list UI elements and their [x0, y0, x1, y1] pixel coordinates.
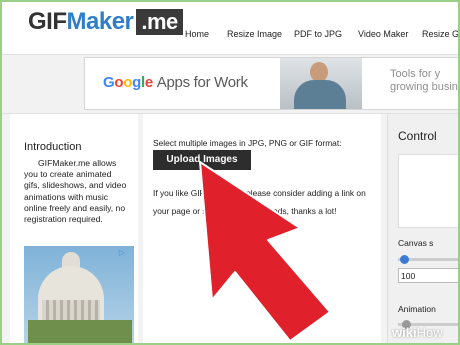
gifmaker-logo[interactable]: GIF Maker .me	[28, 8, 183, 35]
canvas-size-label: Canvas s	[398, 238, 434, 248]
capitol-ad-image[interactable]	[24, 246, 134, 343]
person-head	[310, 62, 328, 82]
animation-label: Animation	[398, 304, 436, 314]
upload-instructions: Select multiple images in JPG, PNG or GI…	[153, 138, 342, 148]
watermark-wiki: wiki	[392, 325, 417, 340]
canvas-slider-knob[interactable]	[400, 255, 409, 264]
google-apps-ad[interactable]: Google Apps for Work Tools for y growing…	[84, 57, 458, 110]
nav-home[interactable]: Home	[185, 29, 209, 39]
ad-banner-area: Google Apps for Work Tools for y growing…	[2, 54, 458, 114]
ad-product-text: Apps for Work	[156, 74, 248, 91]
logo-text-maker: Maker	[66, 8, 134, 35]
main-content: Introduction GIFMaker.me allows you to c…	[2, 114, 458, 343]
share-text: If you like GIFMaker.me, please consider…	[153, 188, 366, 216]
capitol-trees	[28, 320, 132, 343]
site-header: GIF Maker .me Home Resize Image PDF to J…	[2, 2, 458, 54]
google-wordmark: Google	[103, 74, 153, 91]
ad-tagline-line1: Tools for y	[390, 68, 441, 80]
nav-video-maker[interactable]: Video Maker	[358, 29, 408, 39]
logo-text-gif: GIF	[28, 8, 67, 35]
preview-box	[398, 154, 458, 228]
canvas-size-input[interactable]	[398, 268, 458, 283]
ad-choices-icon[interactable]: ▷	[116, 248, 128, 258]
nav-resize-image[interactable]: Resize Image	[227, 29, 282, 39]
browser-frame: GIF Maker .me Home Resize Image PDF to J…	[2, 2, 458, 343]
upload-column: Select multiple images in JPG, PNG or GI…	[143, 114, 381, 343]
controls-column: Control Canvas s Animation	[387, 114, 458, 343]
google-apps-logo: Google Apps for Work	[103, 74, 248, 91]
canvas-size-slider[interactable]	[398, 255, 458, 264]
watermark-how: How	[416, 325, 443, 340]
nav-resize-gif[interactable]: Resize G	[422, 29, 458, 39]
ad-tagline: Tools for y growing busine	[390, 68, 458, 94]
intro-title: Introduction	[24, 141, 82, 153]
controls-title: Control	[398, 129, 437, 143]
ad-tagline-line2: growing busine	[390, 81, 458, 93]
upload-images-button[interactable]: Upload Images	[153, 150, 251, 170]
person-body	[294, 80, 346, 109]
nav-pdf-to-jpg[interactable]: PDF to JPG	[294, 29, 342, 39]
ad-person-photo	[280, 58, 362, 109]
intro-text: GIFMaker.me allows you to create animate…	[24, 158, 127, 225]
intro-column: Introduction GIFMaker.me allows you to c…	[10, 114, 138, 343]
wikihow-watermark: wikiHow	[392, 325, 443, 340]
logo-text-me: .me	[136, 9, 183, 35]
capitol-columns	[42, 300, 100, 320]
